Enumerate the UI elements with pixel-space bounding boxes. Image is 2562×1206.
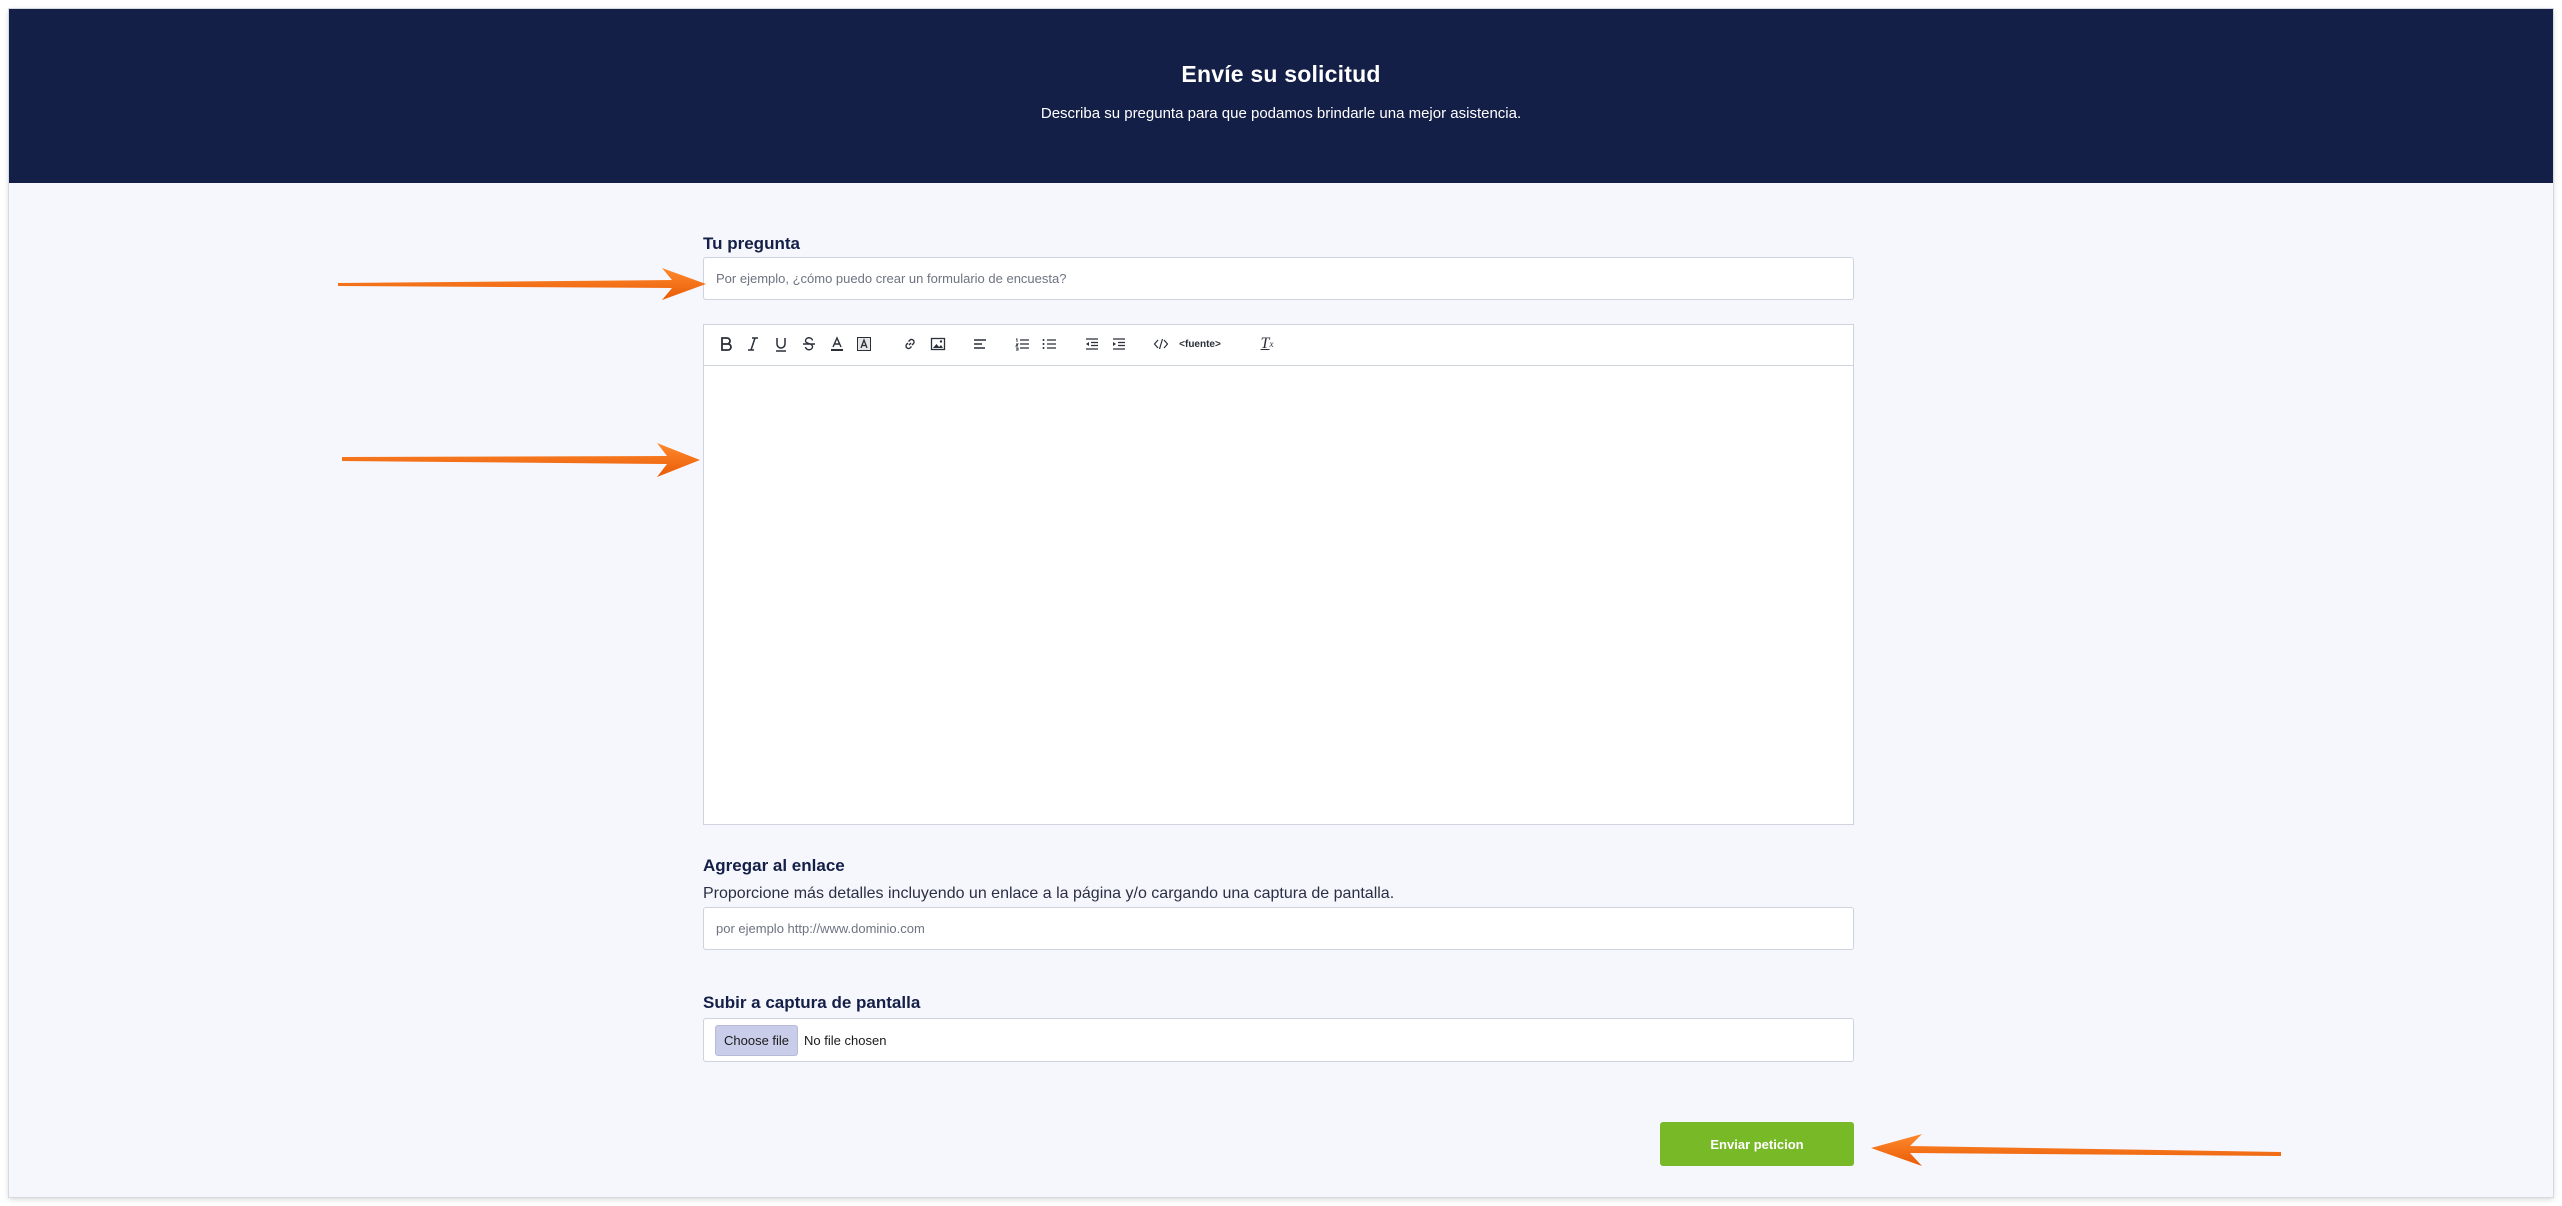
bold-icon[interactable] xyxy=(715,333,737,355)
image-icon[interactable] xyxy=(927,333,949,355)
italic-icon[interactable] xyxy=(742,333,764,355)
highlight-icon[interactable] xyxy=(853,333,875,355)
source-icon[interactable]: <fuente> xyxy=(1178,333,1222,355)
indent-icon[interactable] xyxy=(1108,333,1130,355)
submit-button[interactable]: Enviar peticion xyxy=(1660,1122,1854,1166)
question-input[interactable] xyxy=(703,257,1854,300)
clear-format-sub: x xyxy=(1269,339,1274,349)
align-left-icon[interactable] xyxy=(969,333,991,355)
rich-text-editor: <fuente> Tx xyxy=(703,324,1854,825)
underline-icon[interactable] xyxy=(770,333,792,355)
screenshot-label: Subir a captura de pantalla xyxy=(703,993,921,1012)
ordered-list-icon[interactable] xyxy=(1011,333,1033,355)
page-header: Envíe su solicitud Describa su pregunta … xyxy=(9,9,2553,183)
outdent-icon[interactable] xyxy=(1081,333,1103,355)
question-label: Tu pregunta xyxy=(703,234,800,253)
link-label: Agregar al enlace xyxy=(703,856,845,875)
editor-content-area[interactable] xyxy=(704,366,1853,824)
page-subtitle: Describa su pregunta para que podamos br… xyxy=(1040,105,1522,122)
choose-file-button[interactable]: Choose file xyxy=(715,1024,799,1056)
link-input[interactable] xyxy=(703,907,1854,950)
code-icon[interactable] xyxy=(1150,333,1172,355)
source-button-label: <fuente> xyxy=(1179,338,1221,350)
page-title: Envíe su solicitud xyxy=(1181,61,1381,87)
clear-format-icon[interactable]: Tx xyxy=(1256,333,1278,355)
file-upload-field[interactable]: Choose file No file chosen xyxy=(703,1018,1854,1062)
bullet-list-icon[interactable] xyxy=(1038,333,1060,355)
file-status: No file chosen xyxy=(804,1032,887,1048)
text-color-icon[interactable] xyxy=(826,333,848,355)
strikethrough-icon[interactable] xyxy=(798,333,820,355)
link-description: Proporcione más detalles incluyendo un e… xyxy=(703,885,1395,902)
page-frame: Envíe su solicitud Describa su pregunta … xyxy=(9,9,2553,1197)
link-icon[interactable] xyxy=(899,333,921,355)
editor-toolbar: <fuente> Tx xyxy=(704,325,1853,366)
